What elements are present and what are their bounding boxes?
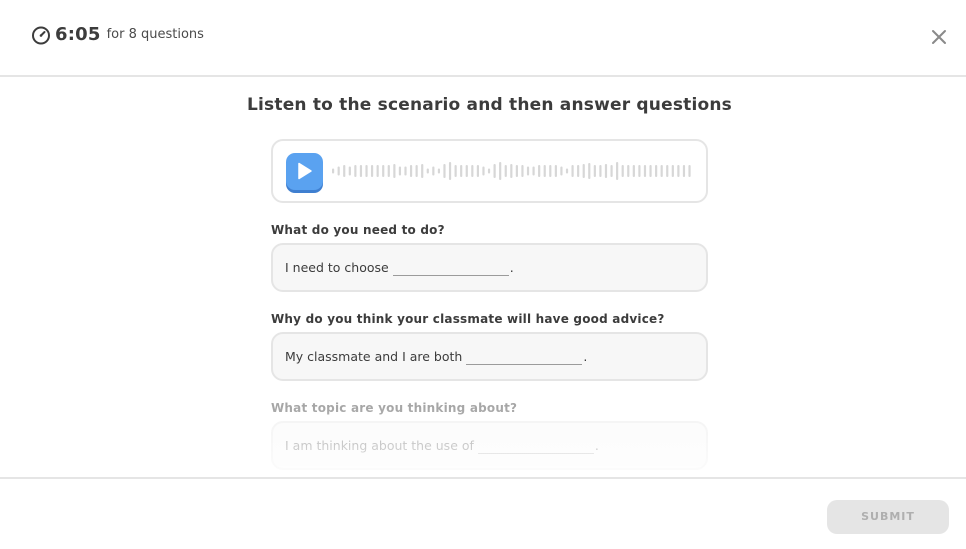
waveform-bar [677, 165, 680, 177]
waveform-bar [582, 164, 585, 178]
waveform-bar [549, 165, 552, 177]
waveform-bar [487, 168, 491, 174]
waveform-bar [476, 165, 479, 177]
waveform-bar [599, 165, 602, 177]
waveform-bar [649, 165, 652, 177]
waveform-bar [655, 165, 658, 177]
waveform-bar [454, 165, 457, 177]
waveform-bar [660, 165, 663, 177]
question-2-label: Why do you think your classmate will hav… [271, 312, 665, 326]
waveform-bar [354, 165, 357, 177]
answer-1-input[interactable] [392, 259, 509, 276]
audio-waveform[interactable] [331, 161, 693, 181]
waveform-bar [610, 165, 613, 177]
waveform-bar [538, 165, 541, 177]
waveform-bar [393, 164, 396, 178]
waveform-bar [332, 168, 335, 174]
waveform-bar [593, 165, 596, 177]
timer-value: 6:05 [55, 24, 101, 45]
waveform-bar [521, 165, 524, 177]
waveform-bar [409, 165, 413, 177]
waveform-bar [638, 165, 641, 177]
waveform-bar [382, 165, 385, 177]
waveform-bar [443, 164, 446, 178]
top-bar: 6:05 for 8 questions [0, 0, 966, 77]
waveform-bar [682, 165, 686, 177]
waveform-bar [437, 168, 441, 174]
answer-2-input[interactable] [466, 348, 583, 365]
waveform-bar [499, 162, 502, 180]
audio-player [271, 139, 708, 203]
waveform-bar [398, 166, 402, 176]
waveform-bar [543, 165, 546, 177]
waveform-bar [465, 165, 468, 177]
answer-3-prompt: I am thinking about the use of [285, 438, 474, 453]
answer-field-3: I am thinking about the use of . [271, 421, 708, 470]
question-1-label: What do you need to do? [271, 223, 445, 237]
waveform-bar [432, 166, 435, 176]
answer-2-period: . [583, 349, 588, 364]
waveform-bar [482, 166, 485, 176]
waveform-bar [565, 168, 569, 174]
main-content: Listen to the scenario and then answer q… [0, 77, 966, 478]
waveform-bar [526, 166, 530, 176]
waveform-bar [616, 162, 619, 180]
timer: 6:05 for 8 questions [31, 24, 204, 45]
waveform-bar [504, 165, 507, 177]
waveform-bar [337, 166, 340, 176]
waveform-bar [604, 164, 608, 178]
waveform-bar [348, 166, 351, 176]
waveform-bar [421, 164, 424, 178]
waveform-bar [359, 165, 363, 177]
waveform-bar [532, 166, 535, 176]
waveform-bar [471, 165, 474, 177]
waveform-bar [554, 165, 557, 177]
waveform-bar [688, 165, 691, 177]
waveform-bar [643, 165, 647, 177]
stopwatch-icon [32, 26, 50, 44]
waveform-bar [493, 164, 496, 178]
waveform-bar [671, 165, 674, 177]
page-title: Listen to the scenario and then answer q… [246, 95, 732, 115]
play-icon [298, 162, 312, 180]
waveform-bar [510, 164, 513, 178]
waveform-bar [343, 165, 346, 177]
answer-field-2: My classmate and I are both . [271, 332, 708, 381]
answer-field-1: I need to choose . [271, 243, 708, 292]
answer-3-period: . [594, 438, 599, 453]
submit-button[interactable]: SUBMIT [827, 500, 949, 534]
waveform-bar [515, 165, 518, 177]
question-3-label: What topic are you thinking about? [271, 401, 518, 415]
waveform-bar [415, 165, 418, 177]
waveform-bar [370, 165, 374, 177]
answer-1-period: . [509, 260, 514, 275]
close-icon[interactable] [929, 27, 949, 47]
waveform-bar [560, 166, 563, 176]
waveform-bar [588, 163, 591, 179]
waveform-bar [404, 166, 407, 176]
waveform-bar [577, 165, 580, 177]
waveform-bar [426, 168, 429, 174]
waveform-bar [666, 165, 669, 177]
waveform-bar [571, 165, 574, 177]
waveform-bar [376, 165, 379, 177]
waveform-bar [627, 165, 630, 177]
waveform-bar [460, 165, 463, 177]
play-button[interactable] [286, 153, 323, 190]
answer-2-prompt: My classmate and I are both [285, 349, 463, 364]
answer-1-prompt: I need to choose [285, 260, 389, 275]
answer-3-input[interactable] [477, 437, 594, 454]
waveform-bar [621, 165, 624, 177]
waveform-bar [365, 165, 368, 177]
waveform-bar [387, 165, 390, 177]
waveform-bar [448, 162, 452, 180]
waveform-bar [632, 165, 635, 177]
footer-bar: SUBMIT [0, 477, 966, 549]
timer-label: for 8 questions [106, 27, 204, 42]
